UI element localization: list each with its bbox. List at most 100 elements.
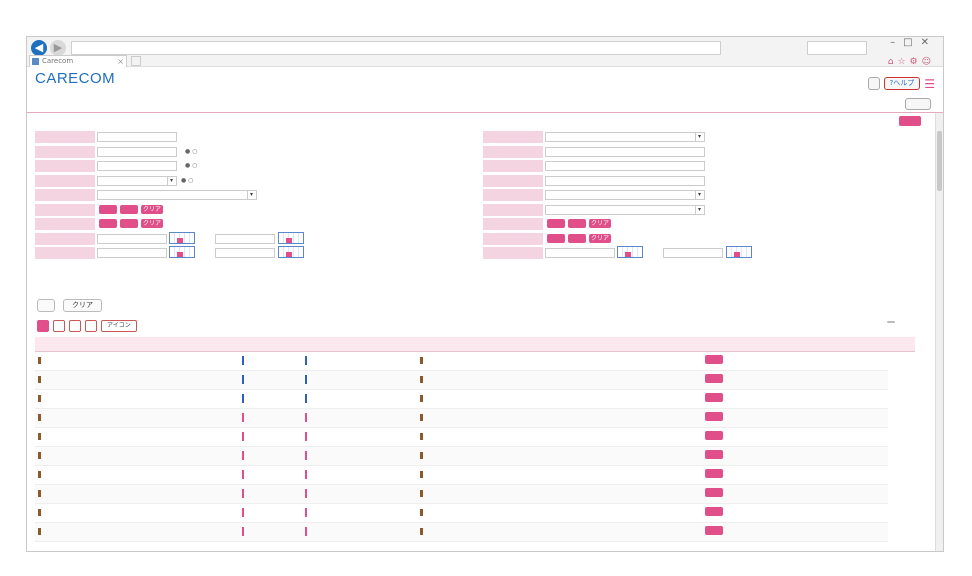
select-button[interactable] xyxy=(120,204,138,214)
forward-icon[interactable]: ▶ xyxy=(50,40,66,56)
date-from-input[interactable] xyxy=(545,248,615,258)
column-header[interactable] xyxy=(621,337,649,352)
calendar-icon[interactable] xyxy=(726,246,752,258)
detail-button[interactable] xyxy=(704,355,723,364)
date-to-input[interactable] xyxy=(663,248,723,258)
column-header[interactable] xyxy=(35,337,107,352)
right-select[interactable]: ▾ xyxy=(545,132,705,142)
tab-nursing[interactable] xyxy=(69,320,81,332)
column-header[interactable] xyxy=(186,337,213,352)
detail-button[interactable] xyxy=(704,412,723,421)
calendar-icon[interactable] xyxy=(169,231,195,244)
column-header[interactable] xyxy=(568,337,595,352)
select-button[interactable] xyxy=(568,233,586,243)
calendar-icon[interactable] xyxy=(617,246,643,258)
calendar-icon[interactable] xyxy=(278,231,304,244)
column-header[interactable] xyxy=(390,337,418,352)
table-row[interactable] xyxy=(35,389,915,409)
calendar-icon[interactable] xyxy=(169,246,195,258)
name-input[interactable] xyxy=(97,146,177,157)
scrollbar[interactable] xyxy=(935,113,943,551)
right-select[interactable]: ▾ xyxy=(545,190,705,200)
table-row[interactable] xyxy=(35,427,915,447)
detail-button[interactable] xyxy=(704,374,723,383)
help-button[interactable]: ?ヘルプ xyxy=(883,77,921,90)
clear-button[interactable]: クリア xyxy=(63,299,102,312)
table-row[interactable] xyxy=(35,446,915,466)
column-header[interactable] xyxy=(417,337,489,352)
table-row[interactable] xyxy=(35,408,915,428)
column-header[interactable] xyxy=(363,337,391,352)
scroll-thumb[interactable] xyxy=(937,131,942,191)
clear-selection-button[interactable]: クリア xyxy=(589,219,611,228)
detail-button[interactable] xyxy=(704,393,723,402)
menu-icon[interactable]: ☰ xyxy=(924,78,935,90)
section-toggle-button[interactable] xyxy=(899,116,921,126)
column-header[interactable] xyxy=(239,337,302,352)
back-icon[interactable]: ◀ xyxy=(31,40,47,56)
date-from-input[interactable] xyxy=(97,233,167,244)
select-all-button[interactable] xyxy=(99,204,117,214)
toolbar-icons[interactable]: ⌂☆⚙☺ xyxy=(888,57,935,67)
window-controls[interactable]: –□✕ xyxy=(890,37,937,48)
column-header[interactable] xyxy=(514,337,542,352)
close-icon[interactable]: × xyxy=(117,56,124,67)
address-bar[interactable] xyxy=(71,41,721,55)
column-header[interactable] xyxy=(674,337,702,352)
column-header[interactable] xyxy=(106,337,133,352)
match-radio-group[interactable]: ● ○ xyxy=(185,161,197,171)
select-button[interactable] xyxy=(120,219,138,228)
detail-button[interactable] xyxy=(704,469,723,478)
column-header[interactable] xyxy=(701,337,889,352)
search-button[interactable] xyxy=(37,299,55,312)
all-button[interactable] xyxy=(905,98,931,110)
column-header[interactable] xyxy=(541,337,569,352)
calendar-icon[interactable] xyxy=(278,246,304,258)
right-input[interactable] xyxy=(545,146,705,157)
tab-icon[interactable]: アイコン xyxy=(101,320,137,332)
table-row[interactable] xyxy=(35,465,915,485)
table-row[interactable] xyxy=(35,370,915,390)
detail-button[interactable] xyxy=(704,450,723,459)
team-select[interactable]: ▾ xyxy=(97,175,177,186)
column-header[interactable] xyxy=(132,337,160,352)
clear-selection-button[interactable]: クリア xyxy=(589,233,611,243)
tab-basic[interactable] xyxy=(37,320,49,332)
match-radio-group[interactable]: ● ○ xyxy=(181,176,193,186)
user-button[interactable] xyxy=(867,77,880,90)
detail-button[interactable] xyxy=(704,488,723,497)
table-row[interactable] xyxy=(35,351,915,371)
patient-id-input[interactable] xyxy=(97,132,177,142)
column-header[interactable] xyxy=(159,337,187,352)
column-header[interactable] xyxy=(594,337,622,352)
detail-button[interactable] xyxy=(704,526,723,535)
column-header[interactable] xyxy=(648,337,675,352)
table-row[interactable] xyxy=(35,484,915,504)
tab-medical[interactable] xyxy=(53,320,65,332)
next-page-button[interactable] xyxy=(887,321,895,323)
detail-button[interactable] xyxy=(704,431,723,440)
new-tab-button[interactable] xyxy=(131,56,141,66)
tab-care[interactable] xyxy=(85,320,97,332)
date-to-input[interactable] xyxy=(215,248,275,258)
name-input[interactable] xyxy=(97,161,177,171)
select-all-button[interactable] xyxy=(547,219,565,228)
target-select[interactable]: ▾ xyxy=(97,190,257,200)
match-radio-group[interactable]: ● ○ xyxy=(185,147,197,157)
right-input[interactable] xyxy=(545,175,705,186)
clear-selection-button[interactable]: クリア xyxy=(141,204,163,214)
column-header[interactable] xyxy=(488,337,515,352)
browser-search-input[interactable] xyxy=(807,41,867,55)
select-all-button[interactable] xyxy=(547,233,565,243)
column-header[interactable] xyxy=(888,337,915,352)
date-to-input[interactable] xyxy=(215,233,275,244)
select-button[interactable] xyxy=(568,219,586,228)
browser-tab[interactable]: Carecom × xyxy=(29,55,127,67)
table-row[interactable] xyxy=(35,503,915,523)
right-select[interactable]: ▾ xyxy=(545,204,705,215)
date-from-input[interactable] xyxy=(97,248,167,258)
column-header[interactable] xyxy=(301,337,364,352)
clear-selection-button[interactable]: クリア xyxy=(141,219,163,228)
select-all-button[interactable] xyxy=(99,219,117,228)
detail-button[interactable] xyxy=(704,507,723,516)
